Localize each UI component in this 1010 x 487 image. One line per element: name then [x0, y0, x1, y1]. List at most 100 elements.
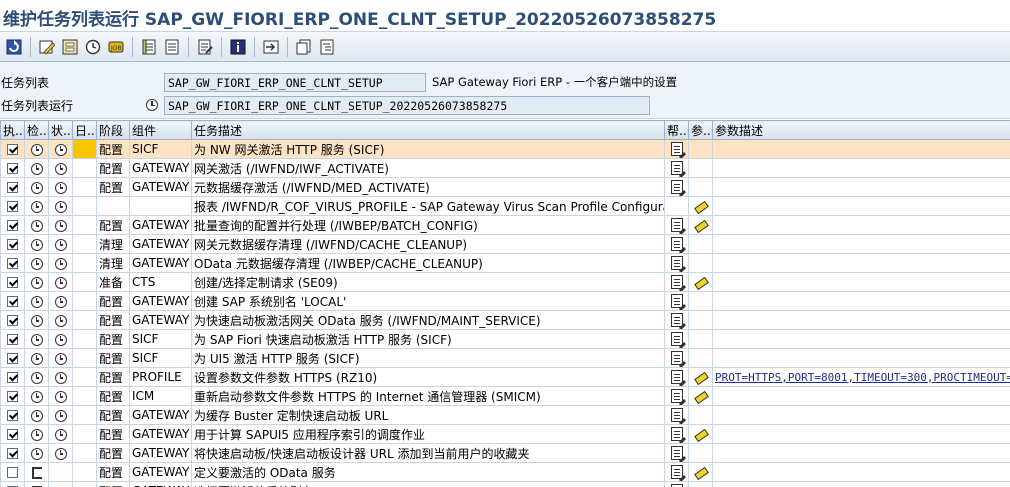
table-row[interactable]: 配置 PROFILE 设置参数文件参数 HTTPS (RZ10) PROT=HTTPS…: [0, 367, 1010, 387]
parameter-cell[interactable]: [688, 215, 713, 235]
log-cell[interactable]: [72, 386, 97, 406]
execute-checkbox[interactable]: [0, 348, 25, 368]
column-header[interactable]: 检...: [24, 120, 49, 140]
column-header[interactable]: 任务描述: [191, 120, 665, 140]
execute-checkbox[interactable]: [0, 462, 25, 482]
parameter-cell[interactable]: [688, 310, 713, 330]
log-cell[interactable]: [72, 291, 97, 311]
help-cell[interactable]: [664, 481, 689, 487]
edit-pen-icon[interactable]: [37, 37, 57, 57]
list2-icon[interactable]: [162, 37, 182, 57]
help-document-icon[interactable]: [670, 351, 683, 366]
execute-checkbox[interactable]: [0, 234, 25, 254]
checkbox[interactable]: [7, 277, 18, 288]
parameter-cell[interactable]: [688, 253, 713, 273]
checkbox[interactable]: [7, 163, 18, 174]
table-row[interactable]: 配置 GATEWAY 为缓存 Buster 定制快速启动板 URL: [0, 405, 1010, 425]
help-cell[interactable]: [664, 424, 689, 444]
parameter-cell[interactable]: [688, 158, 713, 178]
list-icon[interactable]: [139, 37, 159, 57]
help-cell[interactable]: [664, 253, 689, 273]
help-cell[interactable]: [664, 310, 689, 330]
table-row[interactable]: 配置 GATEWAY 网关激活 (/IWFND/IWF_ACTIVATE): [0, 158, 1010, 178]
column-header[interactable]: 帮...: [664, 120, 689, 140]
table-row[interactable]: 准备 CTS 创建/选择定制请求 (SE09): [0, 272, 1010, 292]
help-cell[interactable]: [664, 291, 689, 311]
help-cell[interactable]: [664, 462, 689, 482]
execute-checkbox[interactable]: [0, 177, 25, 197]
execute-checkbox[interactable]: [0, 367, 25, 387]
parameter-pen-icon[interactable]: [694, 429, 708, 441]
help-document-icon[interactable]: [670, 237, 683, 252]
checkbox[interactable]: [7, 372, 18, 383]
parameter-cell[interactable]: [688, 196, 713, 216]
execute-checkbox[interactable]: [0, 443, 25, 463]
task-list-run-field[interactable]: SAP_GW_FIORI_ERP_ONE_CLNT_SETUP_20220526…: [164, 95, 650, 115]
parameter-cell[interactable]: [688, 139, 713, 159]
table-row[interactable]: 配置 SICF 为 SAP Fiori 快速启动板激活 HTTP 服务 (SICF): [0, 329, 1010, 349]
table-row[interactable]: 配置 SICF 为 NW 网关激活 HTTP 服务 (SICF): [0, 139, 1010, 159]
column-header[interactable]: 阶段: [96, 120, 130, 140]
parameter-cell[interactable]: [688, 405, 713, 425]
log-cell[interactable]: [72, 367, 97, 387]
checkbox[interactable]: [7, 429, 18, 440]
execute-checkbox[interactable]: [0, 215, 25, 235]
parameter-cell[interactable]: [688, 443, 713, 463]
clock-icon[interactable]: [83, 37, 103, 57]
checkbox[interactable]: [7, 448, 18, 459]
parameter-pen-icon[interactable]: [694, 277, 708, 289]
help-document-icon[interactable]: [670, 218, 683, 233]
log-cell[interactable]: [72, 462, 97, 482]
checkbox[interactable]: [7, 144, 18, 155]
help-document-icon[interactable]: [670, 427, 683, 442]
table-row[interactable]: 配置GATEWAY选择要激活的系统别名: [0, 481, 1010, 487]
parameter-pen-icon[interactable]: [694, 467, 708, 479]
execute-checkbox[interactable]: [0, 253, 25, 273]
execute-checkbox[interactable]: [0, 139, 25, 159]
checkbox[interactable]: [7, 353, 18, 364]
log-cell[interactable]: [72, 253, 97, 273]
checkbox[interactable]: [7, 410, 18, 421]
help-cell[interactable]: [664, 386, 689, 406]
parameter-cell[interactable]: [688, 177, 713, 197]
column-header[interactable]: 状...: [48, 120, 73, 140]
table-row[interactable]: 配置 ICM 重新启动参数文件参数 HTTPS 的 Internet 通信管理器 (…: [0, 386, 1010, 406]
info-icon[interactable]: [228, 37, 248, 57]
help-cell[interactable]: [664, 405, 689, 425]
table-row[interactable]: 清理 GATEWAY 网关元数据缓存清理 (/IWFND/CACHE_CLEANUP…: [0, 234, 1010, 254]
log-cell[interactable]: [72, 443, 97, 463]
checkbox[interactable]: [7, 201, 18, 212]
column-header[interactable]: 组件: [129, 120, 192, 140]
column-header[interactable]: 执...: [0, 120, 25, 140]
log-cell[interactable]: [72, 234, 97, 254]
parameter-cell[interactable]: [688, 481, 713, 487]
checkbox[interactable]: [7, 391, 18, 402]
execute-checkbox[interactable]: [0, 386, 25, 406]
help-cell[interactable]: [664, 215, 689, 235]
checkbox[interactable]: [7, 315, 18, 326]
checkbox[interactable]: [7, 467, 18, 478]
checkbox[interactable]: [7, 296, 18, 307]
parameter-cell[interactable]: [688, 234, 713, 254]
checkbox[interactable]: [7, 334, 18, 345]
arrow-right-icon[interactable]: [261, 37, 281, 57]
column-header[interactable]: 参...: [688, 120, 713, 140]
checkbox[interactable]: [7, 239, 18, 250]
help-document-icon[interactable]: [670, 142, 683, 157]
parameter-cell[interactable]: [688, 291, 713, 311]
log-cell[interactable]: [72, 424, 97, 444]
parameter-cell[interactable]: [688, 367, 713, 387]
help-document-icon[interactable]: [670, 332, 683, 347]
help-document-icon[interactable]: [670, 294, 683, 309]
help-document-icon[interactable]: [670, 370, 683, 385]
help-document-icon[interactable]: [670, 389, 683, 404]
help-cell[interactable]: [664, 196, 689, 216]
log-cell[interactable]: [72, 215, 97, 235]
column-header[interactable]: 日...: [72, 120, 97, 140]
table-row[interactable]: 配置 SICF 为 UI5 激活 HTTP 服务 (SICF): [0, 348, 1010, 368]
table-row[interactable]: 配置 GATEWAY 元数据缓存激活 (/IWFND/MED_ACTIVATE): [0, 177, 1010, 197]
table-row[interactable]: 配置 GATEWAY 创建 SAP 系统别名 'LOCAL': [0, 291, 1010, 311]
log-cell[interactable]: [72, 272, 97, 292]
help-document-icon[interactable]: [670, 161, 683, 176]
checkbox[interactable]: [7, 258, 18, 269]
